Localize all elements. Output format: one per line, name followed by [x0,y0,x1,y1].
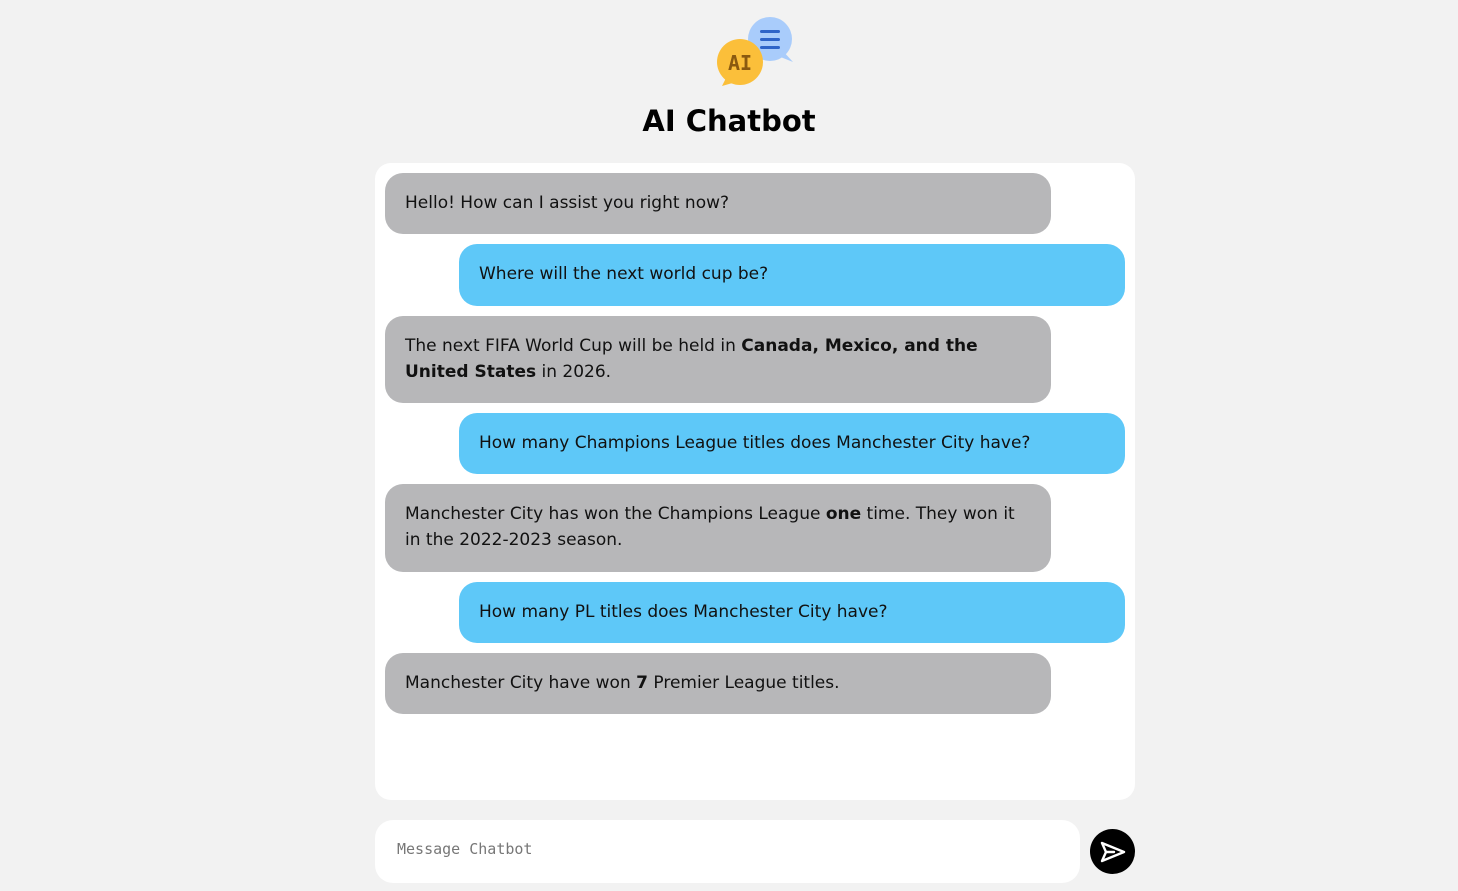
chat-history[interactable]: Hello! How can I assist you right now? W… [375,163,1135,800]
chat-bubbles-ai-icon: AI [717,17,793,86]
message-input[interactable] [375,820,1080,866]
bot-message: Hello! How can I assist you right now? [385,173,1051,234]
message-emphasis: 7 [636,673,648,693]
message-text: Premier League titles. [647,673,840,693]
message-text: How many PL titles does Manchester City … [479,602,888,622]
message-text: Manchester City have won [405,673,637,693]
message-emphasis: one [825,504,862,524]
message-text: Where will the next world cup be? [479,264,769,284]
send-button[interactable] [1090,829,1135,874]
bot-message: Manchester City have won 7 Premier Leagu… [385,653,1051,714]
message-text: How many Champions League titles does Ma… [479,433,1031,453]
message-text: The next FIFA World Cup will be held in [405,336,742,356]
bot-message: Manchester City has won the Champions Le… [385,484,1051,572]
user-message: How many PL titles does Manchester City … [459,582,1125,643]
message-text: Hello! How can I assist you right now? [405,193,730,213]
user-message: Where will the next world cup be? [459,244,1125,306]
bot-message: The next FIFA World Cup will be held in … [385,316,1051,403]
page-title: AI Chatbot [642,104,816,138]
message-text: in 2026. [536,362,612,382]
logo-text: AI [728,51,752,75]
send-arrow-icon [1100,841,1125,862]
user-message: How many Champions League titles does Ma… [459,413,1125,474]
message-text: Manchester City has won the Champions Le… [405,504,826,524]
app-logo: AI [716,16,796,88]
message-composer [375,820,1080,883]
